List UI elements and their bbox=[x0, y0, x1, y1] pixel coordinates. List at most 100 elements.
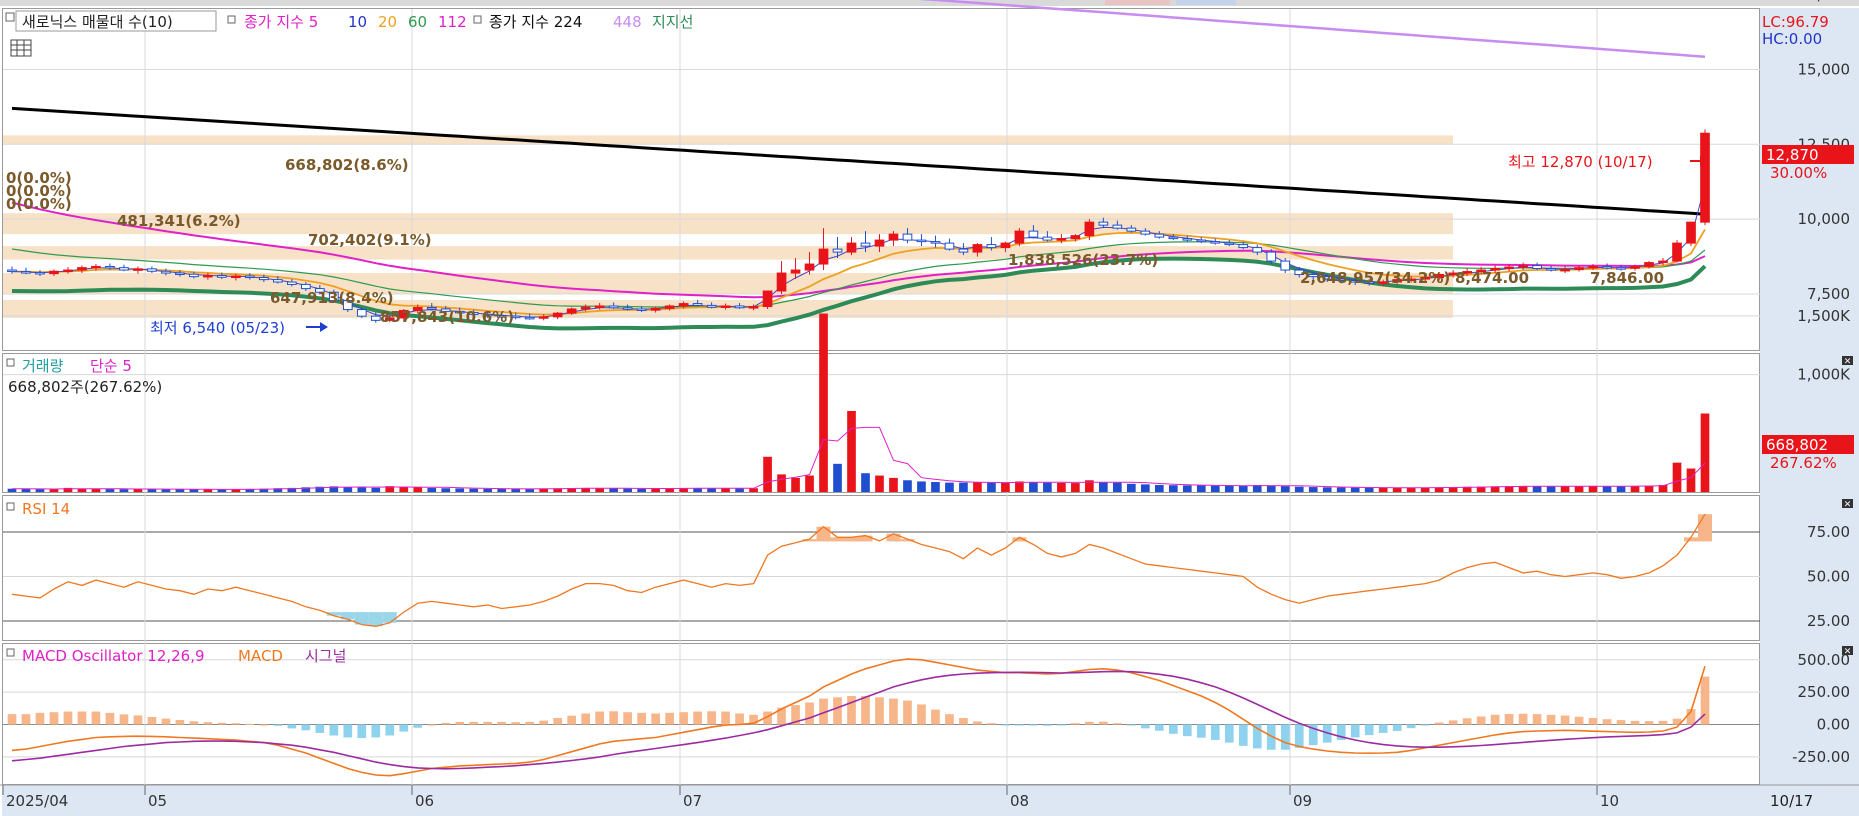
macd-oscillator-bar bbox=[497, 721, 507, 725]
macd-oscillator-bar bbox=[805, 702, 814, 725]
volume-bar bbox=[595, 488, 604, 492]
volume-bar bbox=[1602, 486, 1612, 492]
volume-bar bbox=[1140, 484, 1150, 492]
candle-body bbox=[1126, 227, 1137, 232]
volume-bar bbox=[1043, 482, 1052, 492]
vp-label: 8,474.00 bbox=[1455, 269, 1529, 287]
candle-body bbox=[1602, 265, 1612, 269]
macd-oscillator-bar bbox=[483, 721, 493, 725]
toolbar-button[interactable] bbox=[1105, 0, 1170, 5]
candle-body bbox=[860, 242, 871, 247]
volume-bar bbox=[959, 482, 968, 492]
volume-bar bbox=[1700, 413, 1710, 492]
candle-body bbox=[49, 270, 59, 275]
candle-body bbox=[650, 307, 661, 311]
macd-oscillator-bar bbox=[91, 711, 101, 725]
candle-body bbox=[63, 269, 73, 273]
grid-toggle-icon[interactable] bbox=[10, 39, 32, 57]
volume-percent: 267.62% bbox=[1770, 454, 1837, 472]
macd-oscillator-bar bbox=[1490, 714, 1500, 725]
candle-body bbox=[1070, 235, 1081, 240]
ma60-label: 60 bbox=[408, 13, 427, 31]
candle-body bbox=[1658, 260, 1668, 264]
ma10-label: 10 bbox=[348, 13, 367, 31]
macd-oscillator-bar bbox=[371, 724, 381, 738]
macd-oscillator-bar bbox=[357, 724, 367, 739]
candle-body bbox=[273, 279, 283, 283]
candle-body bbox=[356, 309, 367, 317]
x-tick-label: 05 bbox=[148, 792, 167, 810]
ma448-label: 448 bbox=[613, 13, 642, 31]
volume-bar bbox=[105, 489, 115, 492]
macd-oscillator-bar bbox=[1029, 724, 1038, 726]
macd-oscillator-bar bbox=[259, 724, 269, 726]
macd-oscillator-bar bbox=[1462, 718, 1472, 725]
candle-body bbox=[776, 272, 787, 292]
volume-bar bbox=[1280, 486, 1290, 492]
y-tick-label: 75.00 bbox=[1807, 523, 1850, 541]
macd-oscillator-bar bbox=[1574, 716, 1584, 725]
volume-bar bbox=[1099, 482, 1108, 492]
macd-oscillator-bar bbox=[1392, 724, 1402, 731]
vp-label: 481,341(6.2%) bbox=[117, 212, 241, 230]
macd-oscillator-bar bbox=[1420, 724, 1430, 726]
macd-oscillator-bar bbox=[1364, 724, 1374, 736]
volume-bar bbox=[1154, 484, 1164, 492]
candle-body bbox=[706, 304, 717, 308]
candle-body bbox=[1014, 230, 1025, 244]
last-volume: 668,802 bbox=[1766, 436, 1828, 454]
macd-oscillator-bar bbox=[1630, 720, 1640, 725]
volume-bar bbox=[1168, 485, 1178, 492]
candle-body bbox=[7, 269, 17, 273]
candle-body bbox=[734, 305, 745, 309]
candle-body bbox=[1224, 242, 1235, 246]
macd-oscillator-bar bbox=[413, 724, 423, 728]
macd-oscillator-bar bbox=[1560, 715, 1570, 725]
macd-oscillator-bar bbox=[1280, 724, 1290, 750]
volume-bar bbox=[1294, 486, 1304, 492]
candle-body bbox=[1140, 230, 1151, 235]
volume-bar bbox=[805, 475, 814, 492]
y-tick-label: 15,000 bbox=[1798, 60, 1851, 78]
macd-oscillator-bar bbox=[1434, 722, 1444, 725]
volume-bar bbox=[791, 477, 800, 492]
volume-bar bbox=[175, 489, 185, 492]
volume-bar bbox=[819, 313, 828, 492]
volume-bar bbox=[357, 487, 367, 492]
macd-oscillator-bar bbox=[1071, 723, 1080, 725]
svg-text:✕: ✕ bbox=[1844, 357, 1852, 367]
macd-oscillator-bar bbox=[301, 724, 311, 731]
volume-bar bbox=[1672, 462, 1682, 492]
macd-oscillator-bar bbox=[581, 713, 590, 725]
macd-oscillator-bar bbox=[245, 723, 255, 725]
macd-oscillator-bar bbox=[63, 711, 73, 725]
macd-oscillator-bar bbox=[693, 711, 702, 725]
candle-body bbox=[524, 316, 535, 320]
indicator-title[interactable]: 새로닉스 매물대 수(10) bbox=[22, 13, 173, 31]
volume-bar bbox=[469, 488, 479, 492]
toolbar-button[interactable] bbox=[1176, 0, 1236, 5]
top-toolbar bbox=[0, 0, 1859, 6]
macd-oscillator-bar bbox=[35, 712, 45, 725]
candle-body bbox=[986, 244, 997, 249]
volume-bar bbox=[1532, 486, 1542, 492]
y-tick-label: 7,500 bbox=[1807, 285, 1850, 303]
volume-bar bbox=[651, 488, 660, 492]
macd-oscillator-bar bbox=[1015, 724, 1024, 726]
macd-oscillator-bar bbox=[231, 723, 241, 725]
volume-bar bbox=[721, 488, 730, 492]
volume-bar bbox=[441, 488, 451, 492]
volume-bar bbox=[1001, 482, 1010, 492]
vp-label: 857,843(10.6%) bbox=[380, 308, 514, 326]
vp-label: 7,846.00 bbox=[1590, 269, 1664, 287]
candle-body bbox=[1518, 265, 1528, 268]
candle-body bbox=[692, 303, 703, 306]
volume-bar bbox=[889, 477, 898, 492]
macd-oscillator-bar bbox=[217, 722, 227, 725]
candle-body bbox=[105, 265, 115, 269]
volume-bar bbox=[931, 482, 940, 492]
volume-bar bbox=[511, 489, 521, 492]
rsi-oversold-fill bbox=[382, 612, 397, 623]
macd-oscillator-bar bbox=[721, 711, 730, 725]
macd-oscillator-bar bbox=[287, 724, 297, 729]
